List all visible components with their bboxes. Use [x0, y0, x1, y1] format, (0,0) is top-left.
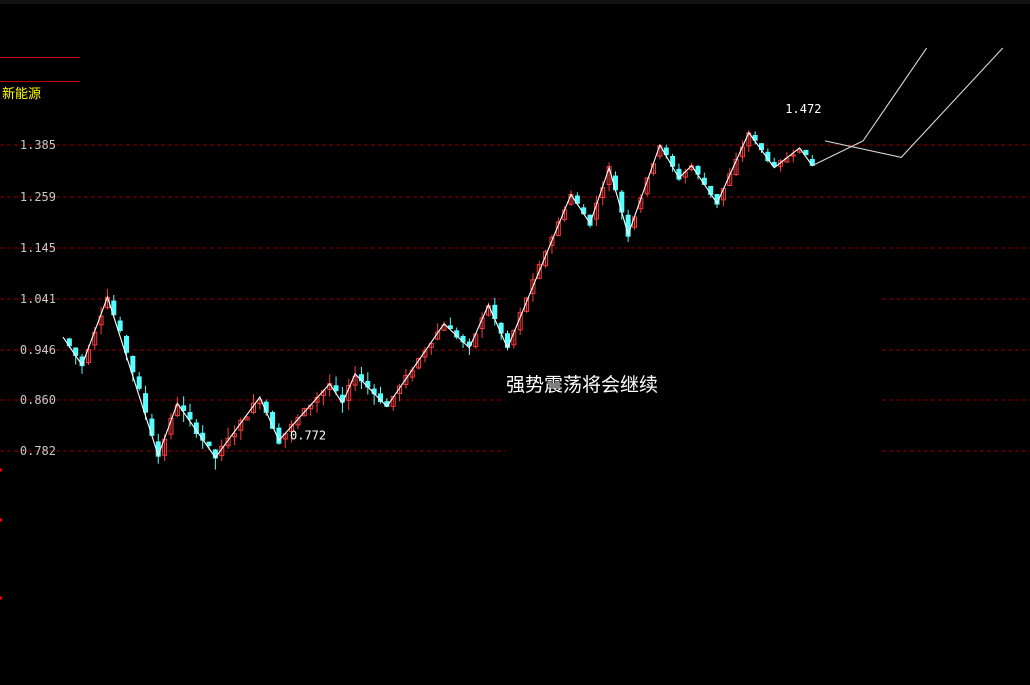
y-axis-ticks: 1.385 1.259 1.145 1.041 0.946 0.860 0.782 — [20, 138, 56, 458]
y-tick-label: 1.259 — [20, 190, 56, 204]
price-label: 1.472 — [785, 102, 821, 116]
price-label: 0.772 — [290, 429, 326, 443]
candlestick-chart[interactable]: 1.385 1.259 1.145 1.041 0.946 0.860 0.782 0.77… — [0, 0, 1030, 685]
candle — [124, 335, 129, 353]
y-tick-label: 0.946 — [20, 343, 56, 357]
zigzag-line — [62, 131, 813, 459]
zigzag-layer — [62, 131, 813, 459]
y-tick-label: 0.782 — [20, 444, 56, 458]
candle — [130, 355, 136, 373]
y-tick-label: 1.041 — [20, 292, 56, 306]
chart-annotation: 强势震荡将会继续 — [506, 374, 659, 396]
projection-layer — [812, 47, 1004, 167]
candle — [206, 441, 212, 447]
candle — [612, 175, 618, 191]
candle — [333, 385, 339, 392]
candle — [136, 376, 142, 389]
y-tick-label: 1.385 — [20, 138, 56, 152]
projection-line — [824, 47, 1004, 158]
y-tick-label: 1.145 — [20, 241, 56, 255]
candle — [143, 393, 149, 413]
y-tick-label: 0.860 — [20, 393, 56, 407]
candle — [117, 320, 123, 331]
candle — [187, 412, 193, 420]
